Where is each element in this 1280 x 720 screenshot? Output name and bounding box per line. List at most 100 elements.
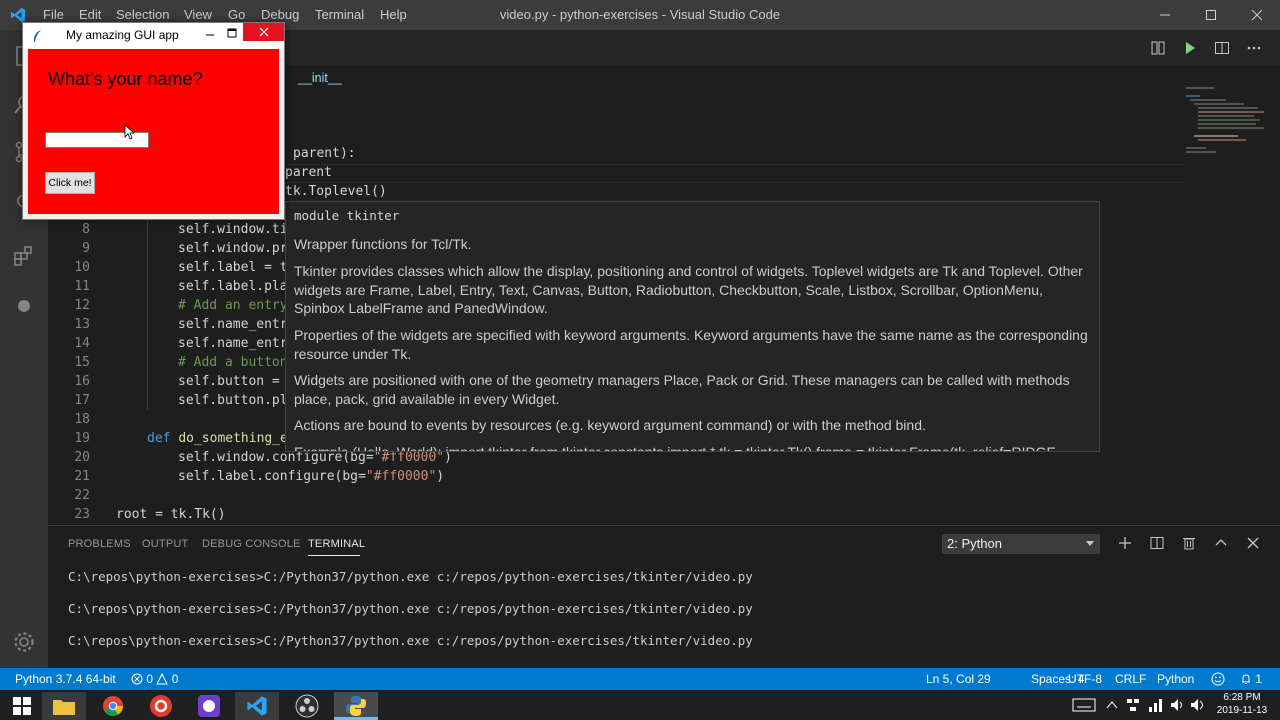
tk-close-button[interactable] — [243, 23, 284, 41]
chevron-up-icon[interactable] — [1214, 536, 1228, 550]
volume-icon[interactable] — [1170, 697, 1186, 713]
taskbar-chrome[interactable] — [91, 692, 135, 720]
hover-paragraph: Wrapper functions for Tcl/Tk. — [294, 236, 472, 252]
bell-icon — [1242, 674, 1250, 684]
taskbar-file-explorer[interactable] — [42, 692, 86, 720]
line-number: 17 — [74, 393, 90, 408]
code-line: self.label.configure(bg="#ff0000") — [178, 467, 444, 486]
problems-summary[interactable]: 0 0 — [131, 672, 178, 686]
new-terminal-icon[interactable] — [1118, 536, 1132, 550]
close-panel-icon[interactable] — [1246, 536, 1260, 550]
split-editor-icon[interactable] — [1214, 40, 1230, 56]
line-number: 21 — [74, 469, 90, 484]
maximize-icon — [227, 28, 237, 38]
tk-title-bar[interactable]: My amazing GUI app — [23, 23, 284, 49]
keyboard-icon[interactable] — [1072, 697, 1096, 713]
folder-icon — [53, 700, 75, 715]
code-fragment-toplevel: tk.Toplevel() — [285, 184, 387, 199]
taskbar-obs[interactable] — [285, 692, 329, 720]
speaker-icon[interactable] — [1190, 697, 1206, 713]
tab-terminal[interactable]: TERMINAL — [308, 538, 365, 550]
taskbar-python[interactable] — [334, 692, 378, 720]
hover-tooltip[interactable]: module tkinter Wrapper functions for Tcl… — [285, 201, 1100, 452]
end-of-line[interactable]: CRLF — [1115, 672, 1146, 686]
code-fragment-parent: parent — [285, 165, 332, 180]
error-count: 0 — [146, 672, 154, 686]
terminal-select[interactable]: 2: Python — [942, 534, 1100, 554]
tab-debug-console[interactable]: DEBUG CONSOLE — [202, 538, 301, 550]
tk-window-body: What's your name? Click me! — [28, 49, 279, 214]
line-number: 16 — [74, 374, 90, 389]
live-share-icon[interactable] — [16, 298, 32, 314]
code-comment-line: # Add an entry — [178, 298, 288, 313]
line-number: 20 — [74, 450, 90, 465]
taskbar-github[interactable] — [187, 692, 231, 720]
active-tab-underline — [308, 555, 360, 556]
terminal-line: C:\repos\python-exercises>C:/Python37/py… — [68, 633, 753, 648]
line-number: 12 — [74, 298, 90, 313]
code-fragment-init: __init__ — [298, 71, 342, 85]
start-button[interactable] — [0, 692, 44, 720]
taskbar-app-red[interactable] — [139, 692, 183, 720]
error-icon — [131, 673, 143, 685]
tk-minimize-button[interactable] — [199, 23, 221, 43]
tk-click-me-button[interactable]: Click me! — [45, 172, 95, 194]
code-line: self.label.pla — [178, 279, 288, 294]
code-string: "#ff0000" — [373, 450, 445, 465]
system-clock[interactable]: 6:28 PM 2019-11-13 — [1212, 691, 1272, 717]
windows-logo-icon — [13, 697, 31, 715]
hover-paragraph: Widgets are positioned with one of the g… — [294, 372, 1070, 407]
encoding[interactable]: UTF-8 — [1068, 672, 1102, 686]
notifications[interactable]: 1 — [1240, 672, 1262, 686]
vscode-icon — [247, 696, 267, 716]
tk-window-title: My amazing GUI app — [66, 28, 179, 42]
minimize-button[interactable] — [1142, 0, 1188, 30]
close-icon — [259, 27, 268, 37]
tk-app-window[interactable]: My amazing GUI app What's your name? Cli… — [22, 22, 285, 220]
gear-icon[interactable] — [12, 630, 36, 654]
maximize-button[interactable] — [1188, 0, 1234, 30]
code-line: self.name_entr — [178, 336, 288, 351]
split-terminal-icon[interactable] — [1150, 536, 1164, 550]
code-line: self.label = t — [178, 260, 288, 275]
line-number: 19 — [74, 431, 90, 446]
hover-paragraph: Example (Hello, World): import tkinter f… — [294, 444, 1056, 452]
line-number: 15 — [74, 355, 90, 370]
line-number: 13 — [74, 317, 90, 332]
tab-problems[interactable]: PROBLEMS — [68, 538, 131, 550]
line-number: 18 — [74, 412, 90, 427]
code-text: ) — [436, 469, 445, 484]
hover-paragraph: Tkinter provides classes which allow the… — [294, 263, 1083, 316]
feedback-smiley-icon[interactable] — [1211, 672, 1225, 686]
code-line: root = tk.Tk() — [116, 507, 226, 522]
window-title: video.py - python-exercises - Visual Stu… — [499, 7, 781, 22]
compare-changes-icon[interactable] — [1150, 40, 1166, 56]
warning-count: 0 — [171, 672, 179, 686]
extensions-icon[interactable] — [12, 244, 36, 268]
mouse-cursor-icon — [124, 124, 134, 140]
taskbar-vscode[interactable] — [235, 692, 279, 720]
current-line-highlight — [285, 164, 1185, 183]
trash-icon[interactable] — [1182, 536, 1196, 550]
cursor-position[interactable]: Ln 5, Col 29 — [926, 672, 991, 686]
maximize-icon — [1206, 10, 1216, 20]
tk-name-label: What's your name? — [48, 69, 203, 89]
red-app-icon — [150, 695, 172, 717]
tk-maximize-button[interactable] — [221, 23, 243, 43]
line-number: 23 — [74, 507, 90, 522]
network-icon[interactable] — [1126, 698, 1140, 712]
tray-expand-icon[interactable] — [1106, 700, 1118, 710]
run-icon[interactable] — [1182, 40, 1198, 56]
terminal-select-value: 2: Python — [947, 536, 1002, 551]
minimize-icon — [1160, 14, 1170, 16]
status-bar: Python 3.7.4 64-bit 0 0 Ln 5, Col 29 Spa… — [0, 668, 1280, 690]
language-mode[interactable]: Python — [1157, 672, 1194, 686]
close-button[interactable] — [1234, 0, 1280, 30]
python-interpreter[interactable]: Python 3.7.4 64-bit — [15, 672, 116, 686]
tab-output[interactable]: OUTPUT — [142, 538, 188, 550]
clock-time: 6:28 PM — [1223, 692, 1261, 703]
minimap[interactable] — [1186, 85, 1266, 160]
network-bars-icon[interactable] — [1148, 697, 1164, 713]
code-line: self.window.pr — [178, 241, 288, 256]
more-actions-icon[interactable] — [1246, 40, 1262, 56]
